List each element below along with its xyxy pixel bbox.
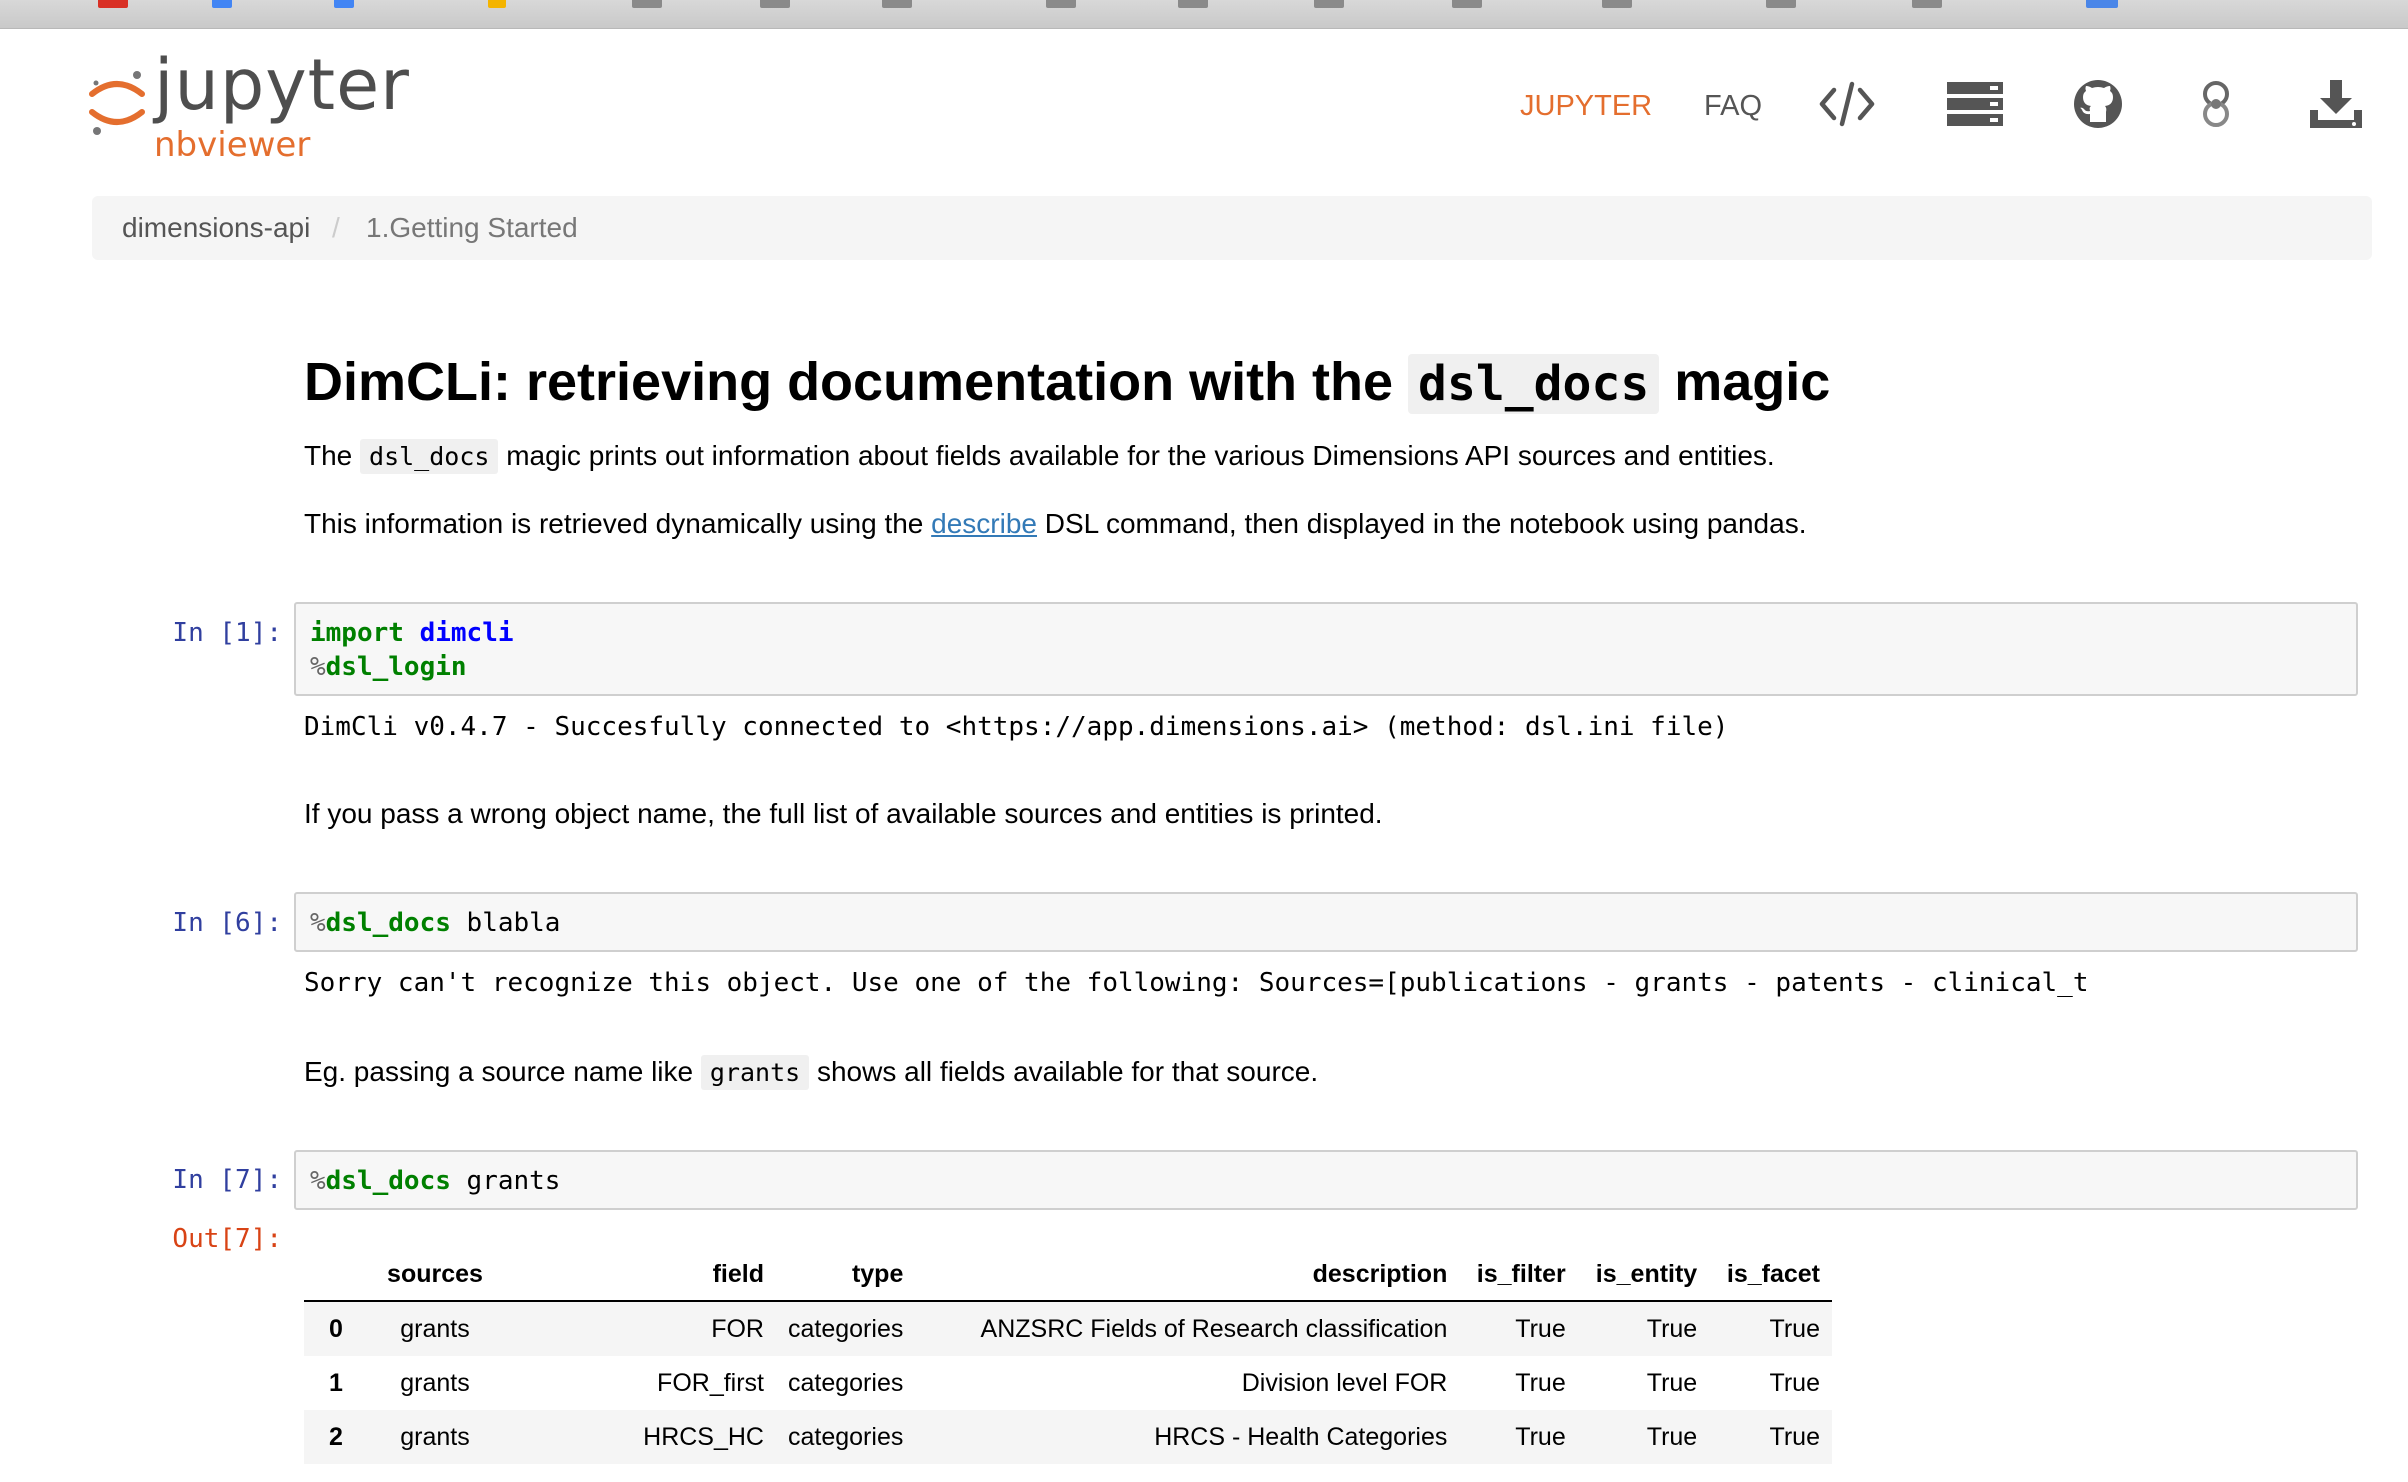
table-cell: grants [400, 1314, 470, 1343]
cell-6-input[interactable]: %dsl_docs blabla [294, 892, 2358, 952]
table-cell: FOR [711, 1314, 764, 1343]
cell-6-prompt: In [6]: [172, 908, 282, 938]
table-cell: True [1515, 1422, 1566, 1451]
table-header-row: sources field type description is_filter… [304, 1248, 1832, 1301]
column-header: is_entity [1595, 1259, 1698, 1288]
cell-6-output: Sorry can't recognize this object. Use o… [304, 968, 2089, 998]
intro-paragraph-1: The dsl_docs magic prints out informatio… [304, 436, 1775, 477]
cell-7-output-prompt: Out[7]: [172, 1224, 282, 1254]
inline-code: dsl_docs [360, 439, 499, 474]
table-cell: Division level FOR [1241, 1368, 1448, 1397]
page-title: DimCLi: retrieving documentation with th… [304, 352, 1831, 414]
describe-link[interactable]: describe [931, 508, 1037, 539]
table-row: 2 grants HRCS_HC categories HRCS - Healt… [304, 1410, 1832, 1464]
table-cell: True [1515, 1314, 1566, 1343]
cell-7-input[interactable]: %dsl_docs grants [294, 1150, 2358, 1210]
cell-1-input[interactable]: import dimcli %dsl_login [294, 602, 2358, 696]
inline-code: grants [700, 1055, 810, 1090]
column-header: field [712, 1259, 764, 1288]
column-header: type [851, 1259, 904, 1288]
table-cell: True [1515, 1368, 1566, 1397]
column-header: is_facet [1726, 1259, 1820, 1288]
column-header: sources [387, 1259, 483, 1288]
title-code: dsl_docs [1408, 354, 1660, 414]
table-row: 0 grants FOR categories ANZSRC Fields of… [304, 1301, 1832, 1356]
table-cell: grants [400, 1422, 470, 1451]
paragraph-source-example: Eg. passing a source name like grants sh… [304, 1052, 1318, 1093]
table-cell: ANZSRC Fields of Research classification [980, 1314, 1448, 1343]
table-cell: categories [788, 1422, 904, 1451]
row-index: 2 [329, 1422, 343, 1451]
cell-7-prompt: In [7]: [172, 1165, 282, 1195]
intro-paragraph-2: This information is retrieved dynamicall… [304, 508, 1807, 539]
table-cell: True [1769, 1422, 1820, 1451]
column-header: description [1312, 1259, 1448, 1288]
row-index: 0 [329, 1314, 343, 1343]
table-cell: HRCS - Health Categories [1154, 1422, 1448, 1451]
column-header: is_filter [1476, 1259, 1566, 1288]
table-cell: True [1646, 1314, 1698, 1343]
table-cell: FOR_first [657, 1368, 764, 1397]
column-header [304, 1248, 368, 1301]
table-cell: True [1646, 1368, 1698, 1397]
cell-1-output: DimCli v0.4.7 - Succesfully connected to… [304, 712, 1729, 742]
table-cell: HRCS_HC [643, 1422, 764, 1451]
cell-1-prompt: In [1]: [172, 618, 282, 648]
table-cell: True [1769, 1314, 1820, 1343]
table-cell: True [1769, 1368, 1820, 1397]
table-row: 1 grants FOR_first categories Division l… [304, 1356, 1832, 1410]
paragraph-wrong-name: If you pass a wrong object name, the ful… [304, 798, 1383, 829]
table-cell: categories [788, 1314, 904, 1343]
table-cell: grants [400, 1368, 470, 1397]
dataframe-table: sources field type description is_filter… [304, 1248, 1832, 1464]
table-cell: True [1646, 1422, 1698, 1451]
notebook: DimCLi: retrieving documentation with th… [0, 0, 2408, 1482]
table-cell: categories [788, 1368, 904, 1397]
row-index: 1 [329, 1368, 343, 1397]
